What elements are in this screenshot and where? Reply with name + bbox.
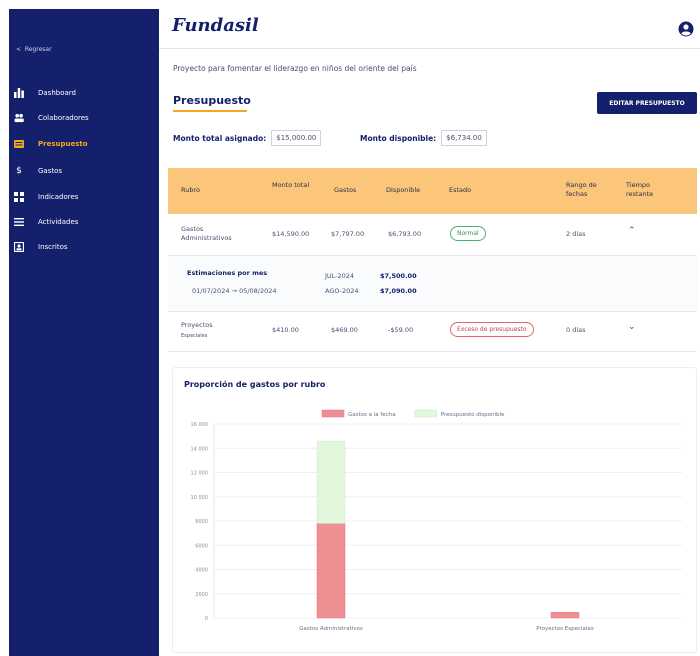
estimates-title: Estimaciones por mes [187, 269, 268, 277]
back-link[interactable]: < Regresar [16, 46, 52, 53]
grid-icon [14, 192, 24, 202]
user-circle-icon[interactable] [678, 21, 694, 37]
month-amount: $7,090.00 [380, 287, 417, 295]
sidebar-item-label: Inscritos [38, 243, 68, 251]
total-amount-value: $15,000.00 [271, 130, 322, 146]
cell-rubro: Proyectos [181, 321, 213, 329]
legend-label: Presupuesto disponible [441, 412, 505, 418]
month-label: JUL-2024 [325, 272, 355, 280]
app-logo[interactable]: Fundasil [172, 15, 259, 36]
sidebar-item-colaboradores[interactable]: Colaboradores [14, 113, 89, 123]
sidebar-item-actividades[interactable]: Actividades [14, 217, 78, 227]
col-rubro: Rubro [181, 186, 200, 194]
cell-rubro: Gastos Administrativos [181, 225, 232, 242]
available-amount: Monto disponible: $6,734.00 [360, 130, 487, 146]
col-rango: Rango de fechas [566, 181, 597, 198]
arrow-right-icon: → [231, 287, 240, 295]
legend-swatch [414, 409, 437, 418]
sidebar-item-presupuesto[interactable]: Presupuesto [14, 139, 88, 149]
sidebar-item-gastos[interactable]: $ Gastos [14, 166, 62, 176]
bar [550, 612, 580, 619]
table-row[interactable]: Gastos Administrativos $14,590.00 $7,797… [168, 214, 697, 256]
top-bar: Fundasil [159, 9, 700, 49]
range-start: 01/07/2024 [192, 287, 230, 295]
sidebar-item-dashboard[interactable]: Dashboard [14, 88, 76, 98]
x-tick-label: Gastos Administrativos [299, 626, 363, 632]
monthly-estimates: Estimaciones por mes 01/07/2024 → 05/08/… [168, 256, 697, 312]
expense-chart: 0 2000 4000 6000 8000 10 000 12 000 14 000 16 00… [191, 409, 682, 632]
cell-monto: $14,590.00 [272, 230, 310, 238]
legend-swatch [321, 409, 345, 418]
cell-rubro-sub: Especiales [181, 333, 208, 339]
y-tick-label: 6000 [195, 543, 208, 549]
sidebar-item-label: Colaboradores [38, 114, 89, 122]
sidebar-item-label: Indicadores [38, 193, 79, 201]
chevron-down-icon[interactable]: ⌄ [628, 322, 636, 332]
y-tick-label: 2000 [195, 592, 208, 598]
title-underline [173, 110, 247, 112]
y-tick-label: 14 000 [191, 446, 209, 452]
sidebar-item-label: Dashboard [38, 89, 76, 97]
users-icon [14, 113, 24, 123]
cell-gastos: $7,797.00 [331, 230, 365, 238]
total-amount: Monto total asignado: $15,000.00 [173, 130, 322, 146]
sidebar-item-label: Gastos [38, 167, 63, 175]
y-tick-label: 16 000 [191, 422, 209, 428]
col-disponible: Disponible [386, 186, 421, 194]
wallet-icon [14, 139, 24, 149]
bar [316, 440, 346, 524]
y-tick-label: 8000 [195, 519, 208, 525]
col-monto: Monto total [272, 181, 310, 189]
status-badge: Exceso de presupuesto [450, 322, 534, 337]
available-amount-label: Monto disponible: [360, 133, 437, 143]
table-row[interactable]: Proyectos Especiales $410.00 $469.00 -$5… [168, 312, 697, 352]
list-icon [14, 217, 24, 227]
legend-label: Gastos a la fecha [348, 412, 396, 418]
cell-monto: $410.00 [272, 326, 299, 334]
chevron-up-icon[interactable]: ⌃ [628, 226, 636, 236]
back-label: Regresar [24, 46, 52, 53]
month-amount: $7,500.00 [380, 272, 417, 280]
sidebar-item-indicadores[interactable]: Indicadores [14, 192, 78, 202]
range-end: 05/08/2024 [239, 287, 277, 295]
y-tick-label: 10 000 [191, 495, 209, 501]
status-badge: Normal [450, 226, 486, 241]
cell-tiempo: 0 días [566, 326, 586, 334]
date-range: 01/07/2024 → 05/08/2024 [192, 287, 277, 296]
bar [316, 523, 346, 619]
chart-bars-icon [14, 88, 24, 98]
cell-gastos: $469.00 [331, 326, 358, 334]
sidebar [9, 9, 159, 656]
page-title: Presupuesto [173, 94, 251, 107]
sidebar-item-label: Actividades [38, 218, 79, 226]
month-label: AGO-2024 [325, 287, 359, 295]
available-amount-value: $6,734.00 [441, 130, 487, 146]
col-gastos: Gastos [334, 186, 357, 194]
y-tick-label: 4000 [195, 568, 208, 574]
dollar-icon: $ [16, 166, 22, 176]
id-card-icon [14, 242, 24, 252]
cell-disponible: -$59.00 [388, 326, 414, 334]
x-tick-label: Proyectos Especiales [536, 626, 594, 632]
y-tick-label: 0 [205, 616, 208, 622]
cell-tiempo: 2 días [566, 230, 586, 238]
edit-budget-button[interactable]: EDITAR PRESUPUESTO [597, 92, 697, 114]
chart-title: Proporción de gastos por rubro [184, 380, 326, 389]
sidebar-item-label: Presupuesto [38, 140, 88, 148]
budget-table-header: Rubro Monto total Gastos Disponible Esta… [168, 168, 697, 214]
sidebar-item-inscritos[interactable]: Inscritos [14, 242, 68, 252]
y-tick-label: 12 000 [191, 471, 209, 477]
cell-disponible: $6,793.00 [388, 230, 422, 238]
project-name: Proyecto para fomentar el liderazgo en n… [173, 64, 417, 73]
col-tiempo: Tiempo restante [626, 181, 654, 198]
col-estado: Estado [449, 186, 472, 194]
total-amount-label: Monto total asignado: [173, 133, 267, 143]
